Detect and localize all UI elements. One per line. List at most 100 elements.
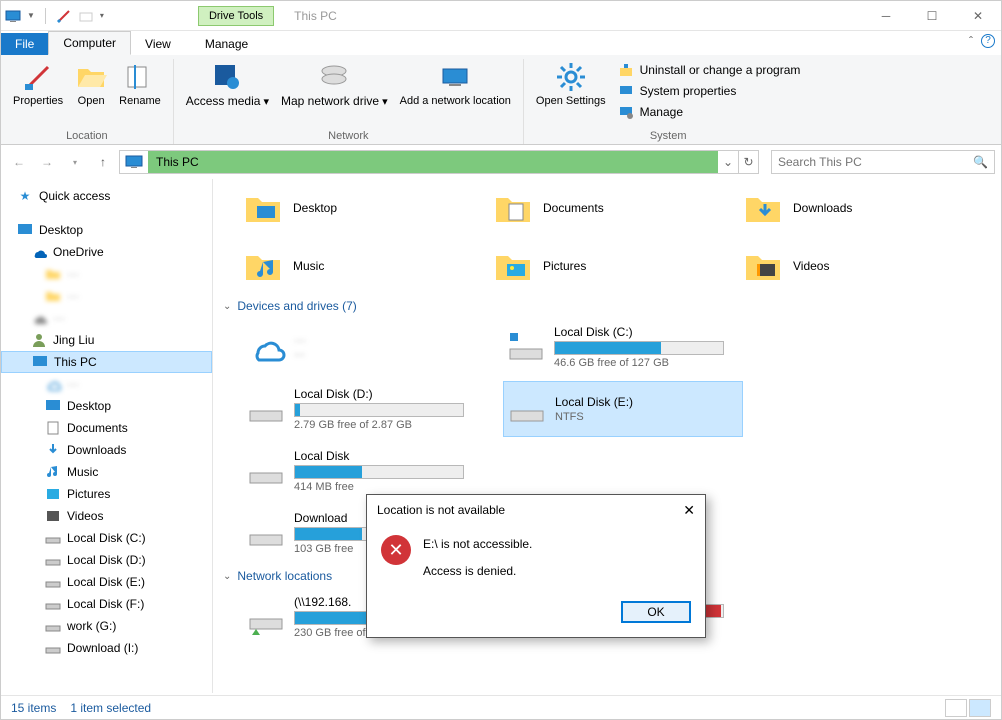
drive-e[interactable]: Local Disk (E:)NTFS — [503, 381, 743, 437]
tree-item[interactable]: Music — [1, 461, 212, 483]
collapse-ribbon-icon[interactable]: ˆ — [969, 34, 973, 48]
maximize-button[interactable]: ☐ — [909, 1, 955, 31]
folder-pictures[interactable]: Pictures — [493, 241, 713, 291]
tree-item[interactable]: Desktop — [1, 395, 212, 417]
tree-desktop[interactable]: Desktop — [1, 219, 212, 241]
properties-icon[interactable] — [56, 8, 72, 24]
sys-props-item[interactable]: System properties — [616, 82, 803, 100]
tree-item[interactable]: Pictures — [1, 483, 212, 505]
tree-drive[interactable]: Local Disk (E:) — [1, 571, 212, 593]
add-location-button[interactable]: Add a network location — [394, 59, 517, 128]
folder-downloads[interactable]: Downloads — [743, 183, 963, 233]
folder-music[interactable]: Music — [243, 241, 463, 291]
recent-dropdown[interactable]: ▾ — [63, 150, 87, 174]
ribbon-group-location: Properties Open Rename Location — [1, 59, 174, 144]
properties-button[interactable]: Properties — [7, 59, 69, 128]
folder-videos[interactable]: Videos — [743, 241, 963, 291]
rename-button[interactable]: Rename — [113, 59, 167, 128]
back-button[interactable]: ← — [7, 150, 31, 174]
search-icon[interactable]: 🔍 — [973, 155, 988, 169]
folder-icon — [45, 266, 61, 282]
tree-this-pc[interactable]: This PC — [1, 351, 212, 373]
nav-tree[interactable]: ★Quick access Desktop OneDrive ··· ··· ·… — [1, 179, 213, 693]
address-bar[interactable]: This PC ⌄ ↻ — [119, 150, 759, 174]
folder-desktop[interactable]: Desktop — [243, 183, 463, 233]
breadcrumb-this-pc[interactable]: This PC — [148, 151, 718, 173]
star-icon: ★ — [17, 188, 33, 204]
ribbon-tabs: File Computer View Manage ˆ ? — [1, 31, 1001, 55]
manage-item[interactable]: Manage — [616, 103, 803, 121]
tab-view[interactable]: View — [131, 33, 185, 55]
up-button[interactable]: ↑ — [91, 150, 115, 174]
dialog-titlebar[interactable]: Location is not available ✕ — [367, 495, 705, 525]
tree-onedrive[interactable]: OneDrive — [1, 241, 212, 263]
uninstall-item[interactable]: Uninstall or change a program — [616, 61, 803, 79]
drive-icon — [45, 596, 61, 612]
user-icon — [31, 332, 47, 348]
search-input[interactable] — [778, 155, 973, 169]
pictures-icon — [45, 486, 61, 502]
ok-button[interactable]: OK — [621, 601, 691, 623]
help-icon[interactable]: ? — [981, 34, 995, 48]
tree-drive[interactable]: Local Disk (C:) — [1, 527, 212, 549]
tree-drive[interactable]: Local Disk (F:) — [1, 593, 212, 615]
dialog-title: Location is not available — [377, 503, 505, 517]
error-icon: ✕ — [381, 535, 411, 565]
pc-icon — [124, 152, 144, 172]
tree-item[interactable]: ··· — [1, 373, 212, 395]
open-settings-button[interactable]: Open Settings — [530, 59, 612, 128]
search-box[interactable]: 🔍 — [771, 150, 995, 174]
minimize-button[interactable]: ─ — [863, 1, 909, 31]
tree-item[interactable]: Videos — [1, 505, 212, 527]
tree-drive[interactable]: Local Disk (D:) — [1, 549, 212, 571]
tab-manage[interactable]: Manage — [191, 33, 262, 55]
folder-documents[interactable]: Documents — [493, 183, 713, 233]
folder-icon — [45, 288, 61, 304]
cloud-icon — [45, 376, 61, 392]
tree-item[interactable]: ··· — [1, 263, 212, 285]
group-label: Network — [180, 128, 517, 144]
tree-item[interactable]: Downloads — [1, 439, 212, 461]
drive-f[interactable]: Local Disk414 MB free — [243, 443, 483, 499]
quick-access-toolbar: ▼ ▾ — [1, 8, 108, 24]
drive-icon — [45, 640, 61, 656]
tree-item[interactable]: ··· — [1, 285, 212, 307]
group-label: System — [530, 128, 806, 144]
qat-dropdown-icon[interactable]: ▼ — [27, 11, 35, 20]
icons-view-button[interactable] — [969, 699, 991, 717]
map-drive-button[interactable]: Map network drive ▾ — [275, 59, 394, 128]
open-button[interactable]: Open — [69, 59, 113, 128]
tree-item[interactable]: ··· — [1, 307, 212, 329]
videos-icon — [45, 508, 61, 524]
desktop-icon — [17, 222, 33, 238]
drive-c[interactable]: Local Disk (C:)46.6 GB free of 127 GB — [503, 319, 743, 375]
section-drives[interactable]: ⌄Devices and drives (7) — [223, 291, 991, 319]
view-switcher — [945, 699, 991, 717]
close-button[interactable]: ✕ — [955, 1, 1001, 31]
drive-tools-tab[interactable]: Drive Tools — [198, 6, 274, 26]
address-dropdown-icon[interactable]: ⌄ — [718, 155, 738, 169]
status-bar: 15 items 1 item selected — [1, 695, 1001, 719]
tree-drive[interactable]: Download (I:) — [1, 637, 212, 659]
ribbon-group-system: Open Settings Uninstall or change a prog… — [524, 59, 812, 144]
tree-quick-access[interactable]: ★Quick access — [1, 185, 212, 207]
tree-drive[interactable]: work (G:) — [1, 615, 212, 637]
dialog-close-button[interactable]: ✕ — [683, 502, 695, 519]
documents-icon — [45, 420, 61, 436]
new-folder-icon[interactable] — [78, 8, 94, 24]
tab-computer[interactable]: Computer — [48, 31, 131, 55]
details-view-button[interactable] — [945, 699, 967, 717]
access-media-button[interactable]: Access media ▾ — [180, 59, 275, 128]
folders-grid: Desktop Documents Downloads Music Pictur… — [223, 183, 991, 291]
window-title: This PC — [294, 9, 337, 23]
drive-icon — [45, 574, 61, 590]
tree-user[interactable]: Jing Liu — [1, 329, 212, 351]
qat-customize-icon[interactable]: ▾ — [100, 11, 104, 20]
refresh-button[interactable]: ↻ — [738, 151, 758, 173]
drive-d[interactable]: Local Disk (D:)2.79 GB free of 2.87 GB — [243, 381, 483, 437]
drive-cloud[interactable]: ······ — [243, 319, 483, 375]
group-label: Location — [7, 128, 167, 144]
tree-item[interactable]: Documents — [1, 417, 212, 439]
tab-file[interactable]: File — [1, 33, 48, 55]
error-dialog: Location is not available ✕ ✕ E:\ is not… — [366, 494, 706, 638]
